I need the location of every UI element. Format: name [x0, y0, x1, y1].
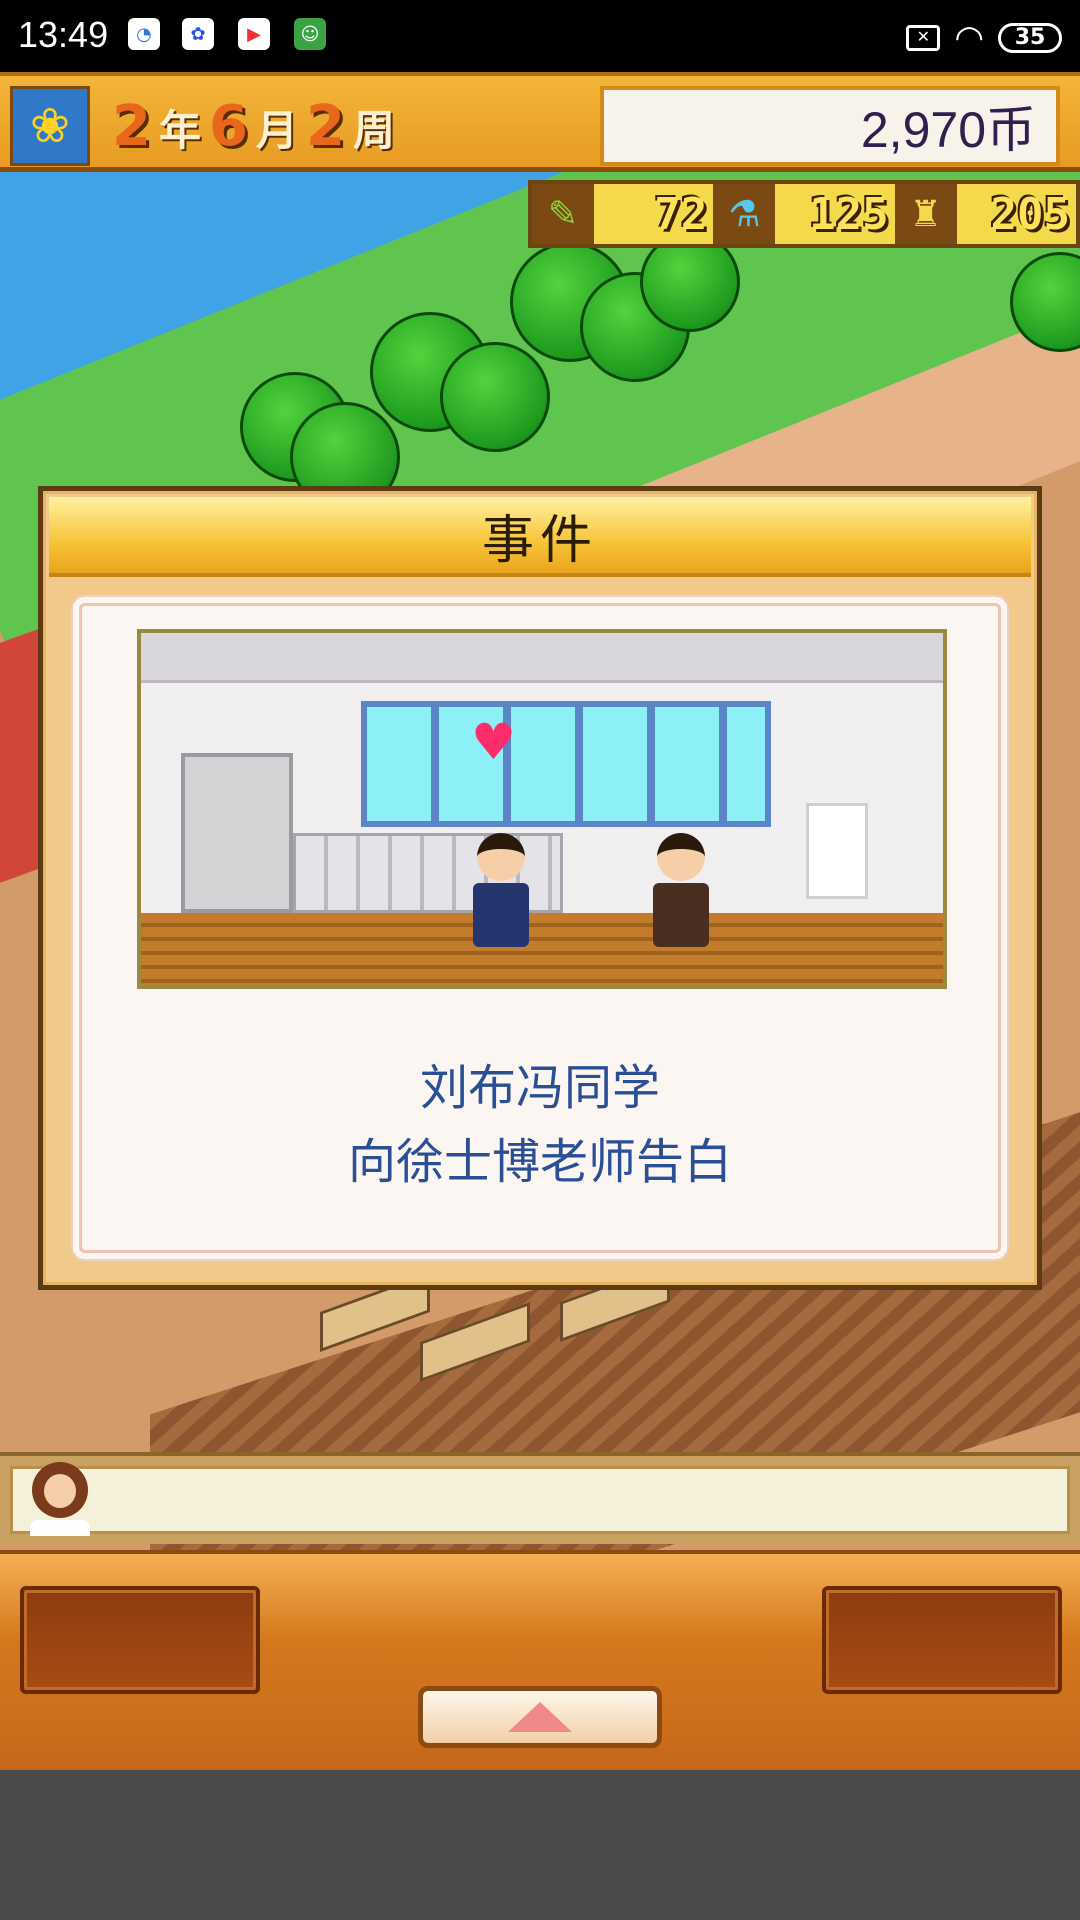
top-hud: ❀ 2 年 6 月 2 周 2,970币 — [0, 72, 1080, 172]
money-display: 2,970币 — [600, 86, 1060, 166]
tree — [440, 342, 550, 452]
classroom-window — [361, 701, 771, 827]
flask-icon: ⚗ — [713, 184, 776, 244]
classroom-wood-floor — [141, 913, 943, 985]
date-week: 2 — [305, 94, 347, 159]
event-scene-image: ♥ — [137, 629, 947, 989]
paw-app-icon: ✿ — [182, 18, 214, 50]
pencil-icon: ✎ — [532, 184, 594, 244]
classroom-ceiling — [141, 633, 943, 683]
game-date: 2 年 6 月 2 周 — [112, 94, 397, 159]
wifi-icon: ◠ — [954, 18, 984, 58]
event-line-2: 向徐士博老师告白 — [347, 1134, 732, 1190]
left-menu-button[interactable] — [20, 1586, 260, 1694]
event-description: 刘布冯同学 向徐士博老师告白 — [43, 1051, 1037, 1199]
date-month-unit: 月 — [255, 106, 300, 155]
date-year: 2 — [112, 94, 153, 159]
control-panel — [0, 1550, 1080, 1770]
right-menu-button[interactable] — [822, 1586, 1062, 1694]
dialog-header: 事件 — [49, 497, 1031, 577]
play-store-icon: ▶ — [238, 18, 270, 50]
locker — [181, 753, 293, 913]
expand-menu-button[interactable] — [418, 1686, 662, 1748]
tower-icon: ♜ — [894, 184, 957, 244]
event-dialog[interactable]: 事件 ♥ 刘布冯同学 向徐士博老师告白 — [38, 486, 1042, 1290]
message-bar — [0, 1452, 1080, 1544]
event-line-1: 刘布冯同学 — [419, 1060, 660, 1116]
sunflower-icon[interactable]: ❀ — [10, 86, 90, 166]
resource-tower-value: 205 — [990, 188, 1070, 240]
battery-indicator: 35 — [998, 23, 1062, 53]
secretary-avatar[interactable] — [28, 1462, 92, 1538]
money-value: 2,970币 — [860, 102, 1036, 158]
no-sim-icon: ✕ — [906, 25, 941, 51]
android-app-icon: ☺ — [294, 18, 326, 50]
date-week-unit: 周 — [352, 106, 397, 155]
teacher-character — [651, 833, 711, 953]
status-time: 13:49 — [18, 14, 109, 55]
date-month: 6 — [208, 94, 250, 159]
resource-pencil-value: 72 — [654, 188, 708, 240]
resource-bar: ✎ 72 ⚗ 125 ♜ 205 — [528, 180, 1080, 248]
heart-icon: ♥ — [471, 713, 516, 771]
date-year-unit: 年 — [158, 106, 203, 155]
status-bar: 13:49 ◔ ✿ ▶ ☺ ✕ ◠ 35 — [0, 0, 1080, 72]
student-character — [471, 833, 531, 953]
message-panel — [10, 1466, 1070, 1534]
dialog-title: 事件 — [481, 510, 598, 571]
first-aid-cabinet — [806, 803, 868, 899]
resource-flask-value: 125 — [809, 188, 889, 240]
up-arrow-icon — [508, 1702, 572, 1732]
browser-app-icon: ◔ — [128, 18, 160, 50]
